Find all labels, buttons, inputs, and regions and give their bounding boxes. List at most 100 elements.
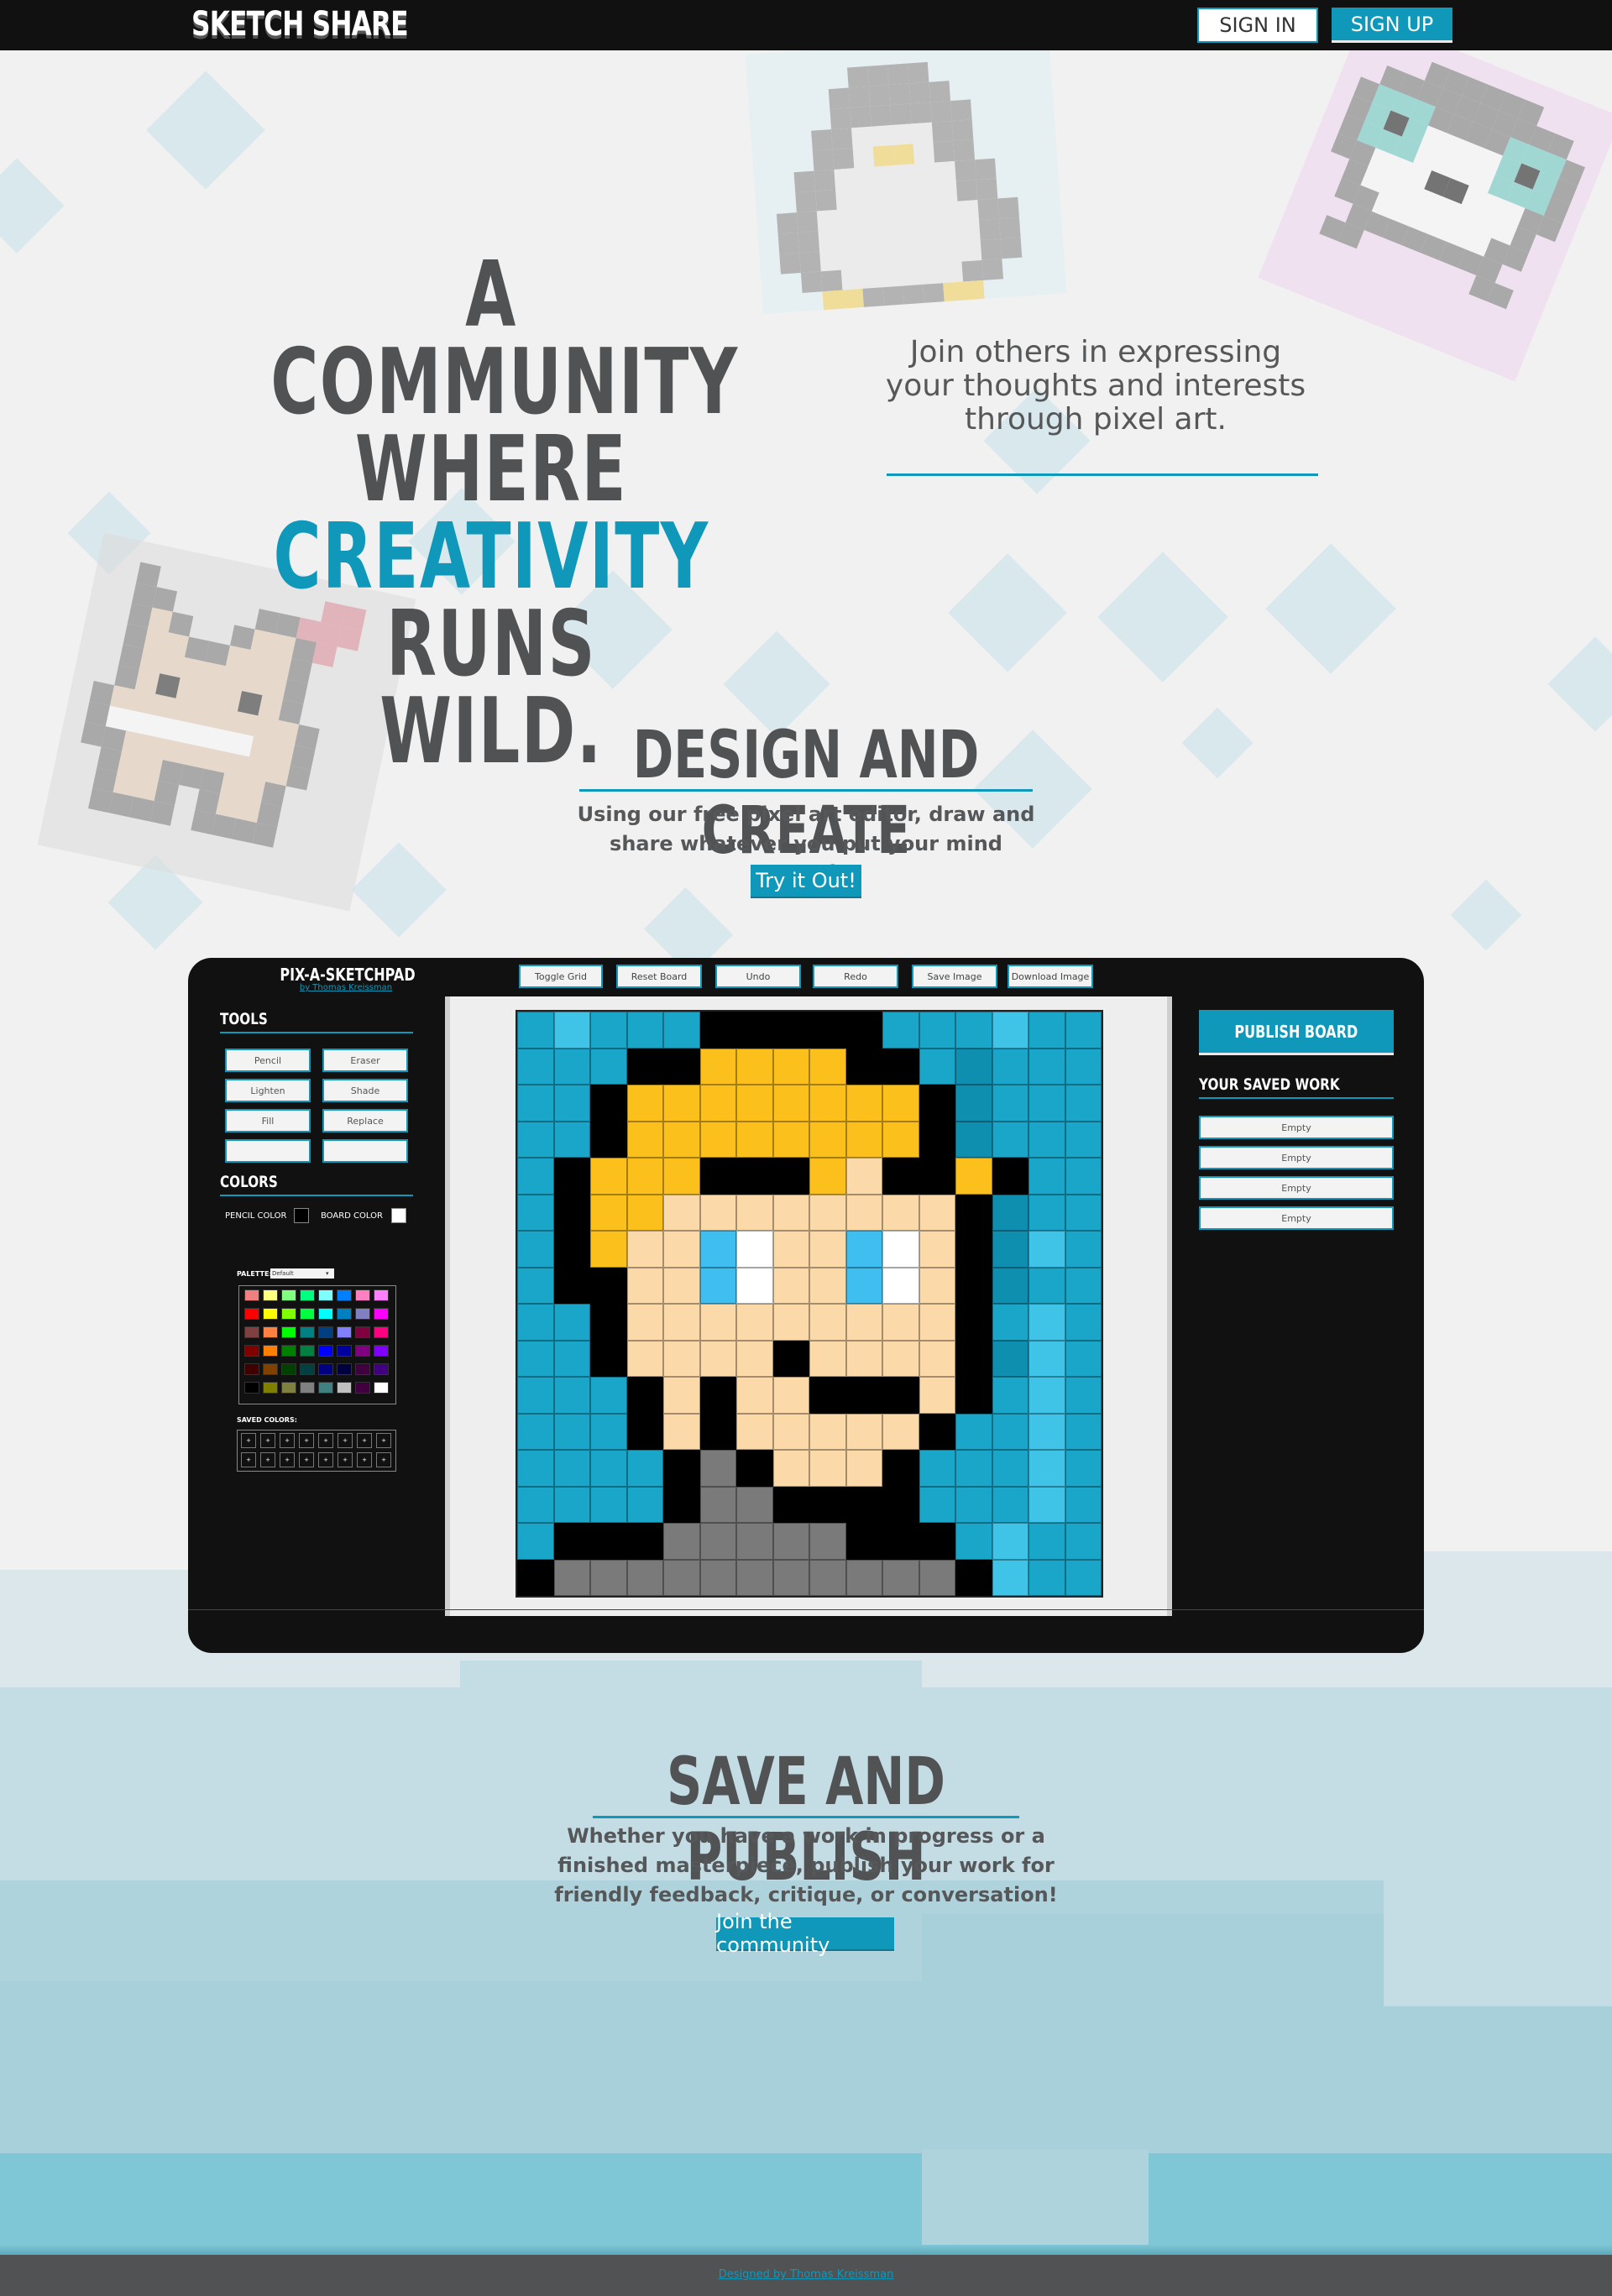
pixel-cell[interactable] xyxy=(1065,1304,1102,1341)
pixel-cell[interactable] xyxy=(882,1450,919,1487)
pixel-cell[interactable] xyxy=(590,1377,627,1414)
pixel-cell[interactable] xyxy=(1028,1523,1065,1560)
pixel-cell[interactable] xyxy=(809,1048,846,1085)
pixel-cell[interactable] xyxy=(699,1340,736,1377)
palette-swatch[interactable] xyxy=(318,1326,333,1338)
palette-swatch[interactable] xyxy=(263,1308,278,1320)
pixel-cell[interactable] xyxy=(809,1267,846,1304)
pixel-cell[interactable] xyxy=(955,1413,992,1450)
redo-button[interactable]: Redo xyxy=(813,965,898,988)
palette-swatch[interactable] xyxy=(281,1382,296,1394)
pixel-cell[interactable] xyxy=(1065,1377,1102,1414)
pixel-cell[interactable] xyxy=(955,1559,992,1596)
pixel-cell[interactable] xyxy=(955,1121,992,1158)
pixel-cell[interactable] xyxy=(882,1523,919,1560)
pixel-cell[interactable] xyxy=(955,1012,992,1049)
eraser-tool-button[interactable]: Eraser xyxy=(322,1049,408,1072)
blank-tool-button[interactable] xyxy=(225,1139,311,1163)
pixel-cell[interactable] xyxy=(590,1413,627,1450)
pixel-cell[interactable] xyxy=(772,1121,809,1158)
palette-swatch[interactable] xyxy=(281,1289,296,1301)
pixel-cell[interactable] xyxy=(1028,1121,1065,1158)
blank-tool-button[interactable] xyxy=(322,1139,408,1163)
pixel-cell[interactable] xyxy=(1028,1231,1065,1268)
pixel-cell[interactable] xyxy=(1028,1048,1065,1085)
pixel-cell[interactable] xyxy=(663,1231,700,1268)
pixel-cell[interactable] xyxy=(1028,1413,1065,1450)
pixel-cell[interactable] xyxy=(590,1012,627,1049)
pixel-cell[interactable] xyxy=(992,1012,1028,1049)
pixel-cell[interactable] xyxy=(919,1304,955,1341)
saved-color-slot[interactable]: + xyxy=(318,1433,333,1448)
pixel-cell[interactable] xyxy=(919,1450,955,1487)
pixel-cell[interactable] xyxy=(772,1304,809,1341)
pixel-cell[interactable] xyxy=(919,1486,955,1523)
pixel-cell[interactable] xyxy=(919,1158,955,1195)
pixel-cell[interactable] xyxy=(882,1413,919,1450)
join-community-button[interactable]: Join the community xyxy=(716,1910,894,1957)
pixel-cell[interactable] xyxy=(517,1559,554,1596)
palette-swatch[interactable] xyxy=(318,1308,333,1320)
pixel-cell[interactable] xyxy=(626,1085,663,1122)
saved-work-slot[interactable]: Empty xyxy=(1199,1116,1394,1139)
replace-tool-button[interactable]: Replace xyxy=(322,1109,408,1132)
palette-swatch[interactable] xyxy=(300,1308,315,1320)
palette-swatch[interactable] xyxy=(281,1326,296,1338)
pixel-cell[interactable] xyxy=(992,1267,1028,1304)
pixel-cell[interactable] xyxy=(772,1523,809,1560)
try-it-out-button[interactable]: Try it Out! xyxy=(751,865,861,898)
palette-swatch[interactable] xyxy=(337,1326,352,1338)
pixel-cell[interactable] xyxy=(919,1231,955,1268)
pixel-cell[interactable] xyxy=(663,1121,700,1158)
pixel-cell[interactable] xyxy=(955,1304,992,1341)
palette-swatch[interactable] xyxy=(281,1363,296,1375)
pixel-cell[interactable] xyxy=(1065,1012,1102,1049)
pixel-cell[interactable] xyxy=(663,1012,700,1049)
pixel-cell[interactable] xyxy=(626,1450,663,1487)
pixel-cell[interactable] xyxy=(626,1158,663,1195)
pixel-cell[interactable] xyxy=(517,1523,554,1560)
reset-board-button[interactable]: Reset Board xyxy=(616,965,702,988)
pixel-cell[interactable] xyxy=(517,1158,554,1195)
pixel-cell[interactable] xyxy=(736,1158,773,1195)
pixel-cell[interactable] xyxy=(736,1559,773,1596)
pixel-cell[interactable] xyxy=(553,1194,590,1231)
pixel-cell[interactable] xyxy=(553,1413,590,1450)
pixel-cell[interactable] xyxy=(845,1486,882,1523)
pixel-cell[interactable] xyxy=(955,1048,992,1085)
pixel-cell[interactable] xyxy=(663,1304,700,1341)
pixel-cell[interactable] xyxy=(992,1158,1028,1195)
pixel-cell[interactable] xyxy=(517,1413,554,1450)
pixel-cell[interactable] xyxy=(772,1413,809,1450)
pixel-cell[interactable] xyxy=(663,1486,700,1523)
palette-swatch[interactable] xyxy=(263,1345,278,1357)
pixel-cell[interactable] xyxy=(1065,1523,1102,1560)
pixel-cell[interactable] xyxy=(919,1377,955,1414)
lighten-tool-button[interactable]: Lighten xyxy=(225,1079,311,1102)
palette-swatch[interactable] xyxy=(318,1363,333,1375)
pixel-cell[interactable] xyxy=(845,1413,882,1450)
pixel-cell[interactable] xyxy=(809,1486,846,1523)
pixel-cell[interactable] xyxy=(845,1377,882,1414)
pixel-cell[interactable] xyxy=(626,1559,663,1596)
pixel-cell[interactable] xyxy=(699,1048,736,1085)
pixel-cell[interactable] xyxy=(1028,1340,1065,1377)
pixel-cell[interactable] xyxy=(882,1012,919,1049)
saved-color-slot[interactable]: + xyxy=(357,1452,372,1467)
palette-swatch[interactable] xyxy=(374,1289,389,1301)
pixel-cell[interactable] xyxy=(517,1486,554,1523)
pixel-cell[interactable] xyxy=(553,1450,590,1487)
pixel-cell[interactable] xyxy=(626,1267,663,1304)
pixel-cell[interactable] xyxy=(919,1523,955,1560)
pixel-cell[interactable] xyxy=(626,1523,663,1560)
download-image-button[interactable]: Download Image xyxy=(1008,965,1093,988)
pixel-cell[interactable] xyxy=(626,1048,663,1085)
pixel-cell[interactable] xyxy=(955,1158,992,1195)
pixel-cell[interactable] xyxy=(809,1377,846,1414)
pixel-cell[interactable] xyxy=(590,1450,627,1487)
pixel-cell[interactable] xyxy=(1065,1267,1102,1304)
pixel-cell[interactable] xyxy=(699,1486,736,1523)
pixel-cell[interactable] xyxy=(845,1450,882,1487)
pixel-cell[interactable] xyxy=(1065,1340,1102,1377)
palette-swatch[interactable] xyxy=(374,1308,389,1320)
